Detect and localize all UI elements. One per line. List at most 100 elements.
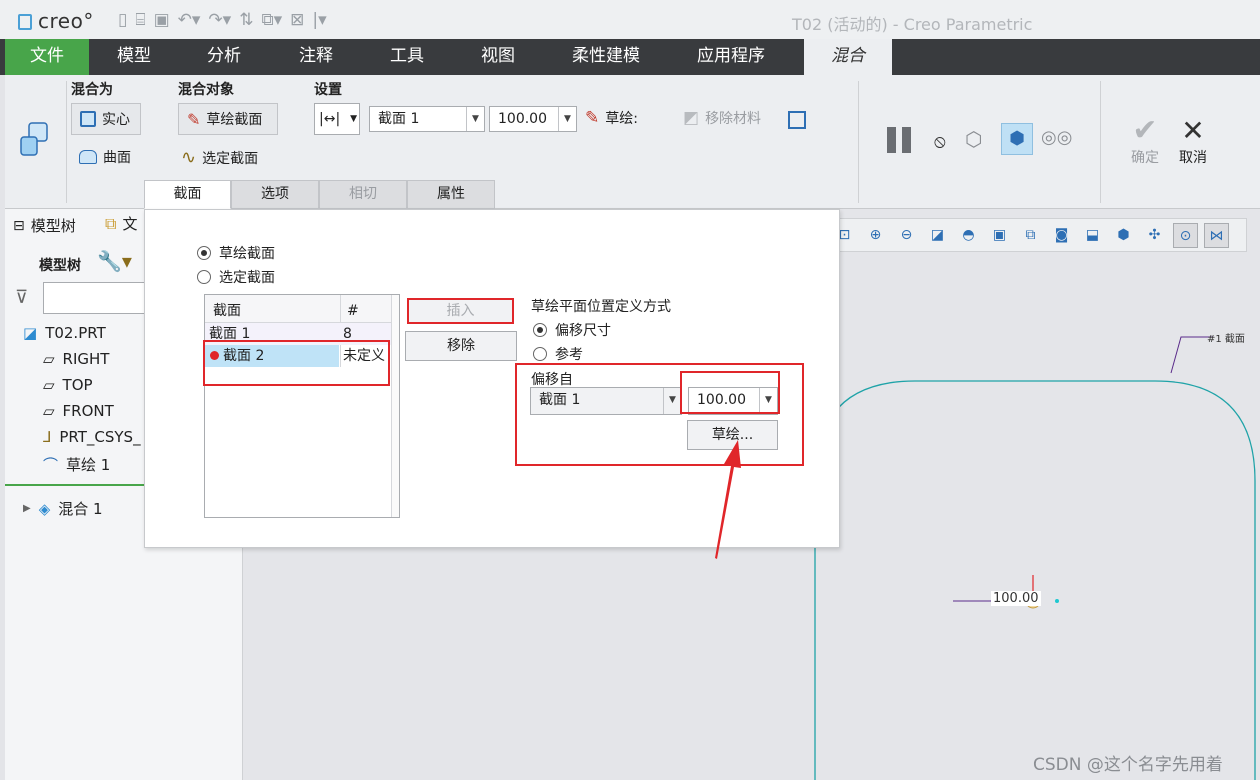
- column-header-section[interactable]: 截面: [213, 299, 241, 323]
- section-select[interactable]: 截面 1 ▼: [369, 106, 485, 132]
- offset-type-dropdown[interactable]: |↔| ▼: [314, 103, 360, 135]
- tree-item-right[interactable]: ▱ RIGHT: [43, 350, 109, 368]
- offset-from-select[interactable]: 截面 1 ▼: [530, 387, 682, 415]
- ribbon-tab-bar: 文件 模型 分析 注释 工具 视图 柔性建模 应用程序 混合: [0, 39, 1260, 75]
- close-window-icon[interactable]: ⊠: [290, 10, 304, 30]
- tree-item-label: FRONT: [62, 402, 114, 420]
- customize-icon[interactable]: |▾: [312, 10, 326, 30]
- tree-item-label: T02.PRT: [45, 324, 106, 342]
- select-section-label: 选定截面: [202, 150, 259, 167]
- blend-feature-icon: [17, 119, 51, 159]
- subtab-options[interactable]: 选项: [231, 180, 319, 209]
- plane-def-title-text: 草绘平面位置定义方式: [531, 299, 671, 315]
- radio-offset-dimension[interactable]: 偏移尺寸: [533, 320, 611, 340]
- tree-item-blend[interactable]: ▶ ◈ 混合 1: [23, 498, 103, 519]
- tree-item-csys[interactable]: ⅃ PRT_CSYS_: [43, 428, 141, 446]
- offset-value-field[interactable]: 100.00 ▼: [489, 106, 577, 132]
- table-scrollbar[interactable]: [391, 295, 399, 517]
- no-preview-icon[interactable]: ⦸: [934, 131, 946, 152]
- saved-orientation-icon[interactable]: ▣: [987, 223, 1012, 248]
- creo-logo-icon: [18, 14, 32, 30]
- column-header-count[interactable]: #: [347, 299, 359, 323]
- solid-button[interactable]: 实心: [71, 103, 141, 135]
- pause-icon[interactable]: [885, 125, 915, 155]
- tab-blend[interactable]: 混合: [804, 39, 892, 75]
- radio-dot: [197, 246, 211, 260]
- row-count-cell: 8: [343, 326, 352, 342]
- spin-center-icon[interactable]: ⬢: [1111, 223, 1136, 248]
- tree-item-sketch[interactable]: ⌒ 草绘 1: [43, 454, 110, 475]
- remove-material-label: 移除材料: [705, 111, 762, 127]
- tree-item-top[interactable]: ▱ TOP: [43, 376, 93, 394]
- tab-model[interactable]: 模型: [100, 39, 168, 75]
- repaint-icon[interactable]: ◪: [925, 223, 950, 248]
- tree-item-part[interactable]: ◪ T02.PRT: [23, 324, 106, 342]
- subtab-sections[interactable]: 截面: [144, 180, 231, 209]
- row-section-cell: 截面 2: [223, 348, 265, 364]
- tree-item-front[interactable]: ▱ FRONT: [43, 402, 114, 420]
- radio-sketch-section[interactable]: 草绘截面: [197, 243, 275, 263]
- surface-button[interactable]: 曲面: [79, 147, 131, 167]
- annotation-arrow: [715, 440, 741, 559]
- subtab-properties[interactable]: 属性: [407, 180, 495, 209]
- logo-text: creo°: [38, 9, 94, 33]
- attached-preview-icon[interactable]: ⬡: [965, 127, 982, 151]
- datum-display-icon[interactable]: ✣: [1142, 223, 1167, 248]
- remove-button[interactable]: 移除: [405, 331, 517, 361]
- remove-material-button[interactable]: ◩ 移除材料: [683, 108, 761, 128]
- glasses-preview-icon[interactable]: ◎◎: [1041, 127, 1072, 148]
- undo-icon[interactable]: ↶▾: [178, 10, 201, 30]
- tab-applications[interactable]: 应用程序: [684, 39, 778, 75]
- section-view-icon[interactable]: ⬓: [1080, 223, 1105, 248]
- tab-folder[interactable]: ⧉ 文: [105, 213, 137, 234]
- confirm-button[interactable]: ✔ 确定: [1123, 115, 1167, 167]
- display-style-icon[interactable]: ◓: [956, 223, 981, 248]
- blend-icon: ◈: [38, 499, 51, 518]
- offset-from-label: 偏移自: [531, 369, 573, 389]
- tree-settings-icon[interactable]: 🔧▾: [97, 249, 132, 273]
- tab-view[interactable]: 视图: [464, 39, 532, 75]
- perspective-icon[interactable]: ◙: [1049, 223, 1074, 248]
- undefined-status-icon: [210, 351, 219, 360]
- radio-dot: [197, 270, 211, 284]
- csys-display-icon[interactable]: ⋈: [1204, 222, 1229, 248]
- sketch-section-button[interactable]: ✎ 草绘截面: [178, 103, 278, 135]
- sketch-button[interactable]: ✎ 草绘:: [585, 108, 638, 128]
- tab-file[interactable]: 文件: [5, 39, 89, 75]
- annotation-display-icon[interactable]: ⊙: [1173, 222, 1198, 248]
- tab-annotate[interactable]: 注释: [282, 39, 350, 75]
- thicken-toggle-icon[interactable]: [788, 111, 806, 129]
- radio-label: 草绘截面: [219, 246, 275, 262]
- verify-preview-icon[interactable]: ⬢: [1001, 123, 1033, 155]
- tab-flexible-modeling[interactable]: 柔性建模: [560, 39, 652, 75]
- dimension-label[interactable]: 100.00: [991, 591, 1041, 606]
- zoom-out-icon[interactable]: ⊖: [894, 223, 919, 248]
- radio-label: 选定截面: [219, 270, 275, 286]
- filter-icon[interactable]: ⊽: [15, 287, 28, 308]
- sketch-pencil-icon: ✎: [187, 109, 201, 129]
- windows-icon[interactable]: ⧉▾: [261, 10, 282, 30]
- regenerate-icon[interactable]: ⇅: [239, 10, 253, 30]
- select-section-button[interactable]: ∿ 选定截面: [181, 147, 258, 168]
- chevron-down-icon: ▼: [663, 388, 681, 414]
- insert-button[interactable]: 插入: [407, 298, 514, 324]
- tree-search-input[interactable]: [43, 282, 147, 314]
- tab-model-tree[interactable]: ⊟ 模型树: [13, 215, 76, 236]
- expand-arrow-icon[interactable]: ▶: [23, 503, 31, 514]
- tab-tools[interactable]: 工具: [373, 39, 441, 75]
- offset-value-input[interactable]: 100.00 ▼: [688, 387, 778, 415]
- view-manager-icon[interactable]: ⧉: [1018, 223, 1043, 248]
- cancel-button[interactable]: ✕ 取消: [1171, 115, 1215, 167]
- redo-icon[interactable]: ↷▾: [208, 10, 231, 30]
- radio-reference[interactable]: 参考: [533, 344, 583, 364]
- subtab-tangency[interactable]: 相切: [319, 180, 407, 209]
- tree-item-label: PRT_CSYS_: [59, 428, 141, 446]
- origin-marker: [1055, 599, 1059, 603]
- zoom-in-icon[interactable]: ⊕: [863, 223, 888, 248]
- radio-select-section[interactable]: 选定截面: [197, 267, 275, 287]
- model-tree-header: 模型树: [39, 258, 81, 274]
- new-icon[interactable]: ▯: [118, 10, 127, 30]
- open-icon[interactable]: ⌸: [135, 10, 145, 30]
- save-icon[interactable]: ▣: [154, 10, 170, 30]
- tab-analysis[interactable]: 分析: [190, 39, 258, 75]
